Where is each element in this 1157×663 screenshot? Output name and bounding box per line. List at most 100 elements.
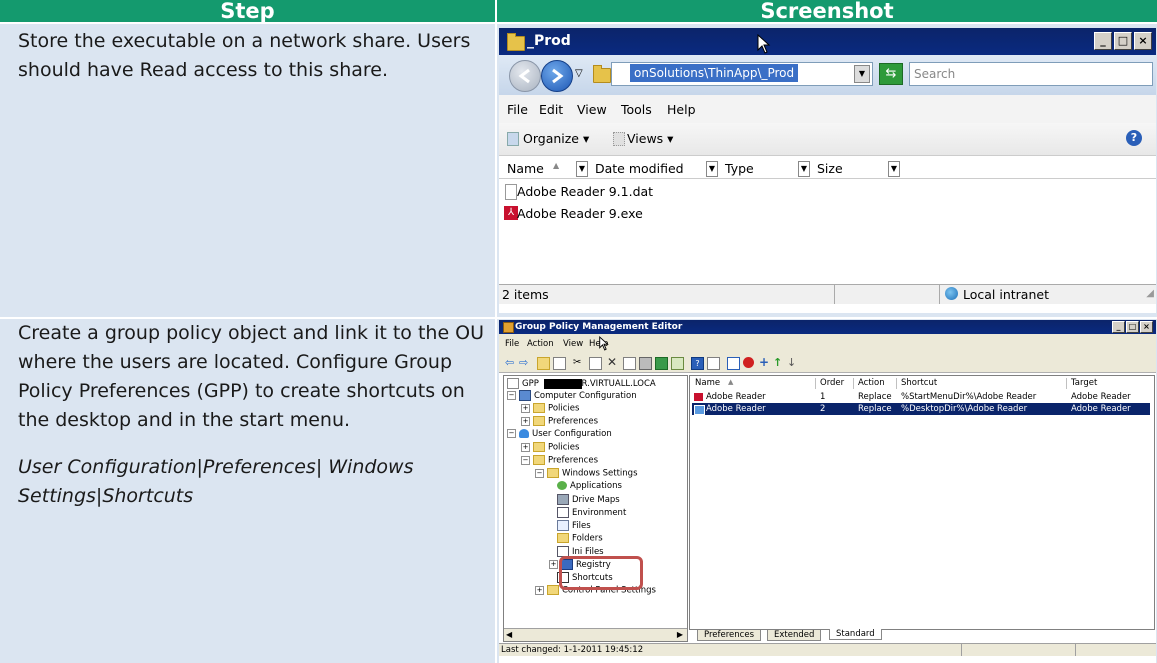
forward-arrow-icon bbox=[552, 68, 564, 84]
header-screenshot: Screenshot bbox=[497, 0, 1157, 23]
refresh-icon[interactable] bbox=[655, 357, 668, 370]
tree-uc-preferences[interactable]: − Preferences bbox=[521, 455, 598, 466]
show-tree-icon[interactable] bbox=[553, 357, 566, 370]
resize-grip-icon[interactable]: ◢ bbox=[1146, 288, 1154, 299]
gpme-close-button[interactable]: × bbox=[1140, 321, 1153, 333]
tree-folders[interactable]: Folders bbox=[557, 533, 603, 544]
delete-icon[interactable]: ✕ bbox=[607, 356, 618, 368]
tree-uc-policies[interactable]: + Policies bbox=[521, 442, 579, 453]
search-input[interactable]: Search bbox=[909, 62, 1153, 86]
help-icon[interactable]: ? bbox=[691, 357, 704, 370]
move-down-icon[interactable]: ↓ bbox=[787, 357, 798, 368]
folder-icon bbox=[533, 403, 545, 413]
tree-user-config[interactable]: − User Configuration bbox=[507, 429, 612, 439]
expand-icon[interactable]: + bbox=[535, 585, 544, 595]
refresh-button[interactable]: ⇆ bbox=[879, 63, 903, 85]
menu-help[interactable]: Help bbox=[667, 102, 696, 117]
column-name[interactable]: Name bbox=[502, 159, 544, 178]
maximize-button[interactable]: □ bbox=[1114, 32, 1132, 50]
cut-icon[interactable]: ✂ bbox=[573, 357, 584, 368]
tree-environment[interactable]: Environment bbox=[557, 507, 626, 518]
file-item[interactable]: Adobe Reader 9.exe bbox=[517, 206, 643, 221]
tab-extended[interactable]: Extended bbox=[767, 630, 822, 641]
stop-icon[interactable] bbox=[743, 357, 754, 368]
new-item-icon[interactable] bbox=[727, 357, 740, 370]
move-up-icon[interactable]: ↑ bbox=[773, 357, 784, 368]
folder-icon bbox=[557, 533, 569, 543]
organize-button[interactable]: Organize ▾ bbox=[523, 131, 589, 146]
expand-icon[interactable]: + bbox=[521, 403, 530, 413]
copy-icon[interactable] bbox=[589, 357, 602, 370]
menu-file[interactable]: File bbox=[507, 102, 528, 117]
print-icon[interactable] bbox=[639, 357, 652, 370]
close-button[interactable]: × bbox=[1134, 32, 1152, 50]
tree-drive-maps[interactable]: Drive Maps bbox=[557, 494, 620, 505]
item-count: 2 items bbox=[502, 287, 549, 302]
menu-view[interactable]: View bbox=[577, 102, 607, 117]
menu-edit[interactable]: Edit bbox=[539, 102, 563, 117]
col-action[interactable]: Action bbox=[855, 378, 897, 389]
properties-icon[interactable] bbox=[623, 357, 636, 370]
tab-preferences[interactable]: Preferences bbox=[697, 630, 761, 641]
col-target[interactable]: Target bbox=[1068, 378, 1151, 389]
tree-windows-settings[interactable]: − Windows Settings bbox=[535, 468, 638, 479]
expand-icon[interactable]: + bbox=[521, 416, 530, 426]
gpme-minimize-button[interactable]: _ bbox=[1112, 321, 1125, 333]
expand-icon[interactable]: + bbox=[549, 560, 558, 569]
minimize-button[interactable]: _ bbox=[1094, 32, 1112, 50]
col-name[interactable]: Name bbox=[692, 378, 816, 389]
col-order[interactable]: Order bbox=[817, 378, 854, 389]
forward-button[interactable] bbox=[541, 60, 573, 92]
column-filter-size[interactable]: ▼ bbox=[888, 161, 900, 177]
list-row[interactable]: Adobe Reader 1 Replace %StartMenuDir%\Ad… bbox=[692, 391, 1150, 414]
scroll-left-icon[interactable]: ◀ bbox=[506, 630, 512, 639]
back-button[interactable] bbox=[509, 60, 541, 92]
column-filter-type[interactable]: ▼ bbox=[798, 161, 810, 177]
col-shortcut[interactable]: Shortcut bbox=[898, 378, 1067, 389]
gpme-maximize-button[interactable]: □ bbox=[1126, 321, 1139, 333]
tree-label: Drive Maps bbox=[572, 495, 620, 505]
address-dropdown-icon[interactable]: ▼ bbox=[854, 65, 870, 83]
tree-cc-preferences[interactable]: + Preferences bbox=[521, 416, 598, 427]
tree-hscrollbar[interactable]: ◀ ▶ bbox=[504, 628, 687, 641]
collapse-icon[interactable]: − bbox=[507, 429, 516, 438]
gpme-menu-file[interactable]: File bbox=[505, 339, 519, 349]
tree-computer-config[interactable]: − Computer Configuration bbox=[507, 390, 637, 401]
explorer-title-bar[interactable]: _Prod _ □ × bbox=[499, 28, 1156, 55]
up-folder-icon[interactable] bbox=[537, 357, 550, 370]
tree-cc-policies[interactable]: + Policies bbox=[521, 403, 579, 414]
column-type[interactable]: Type bbox=[720, 159, 754, 178]
column-filter-name[interactable]: ▼ bbox=[576, 161, 588, 177]
forward-icon[interactable]: ⇨ bbox=[519, 357, 530, 368]
view-icon[interactable] bbox=[707, 357, 720, 370]
explorer-window: _Prod _ □ × ▽ onSolutions\ThinApp\_Prod … bbox=[499, 28, 1156, 313]
tab-standard[interactable]: Standard bbox=[829, 629, 882, 640]
menu-tools[interactable]: Tools bbox=[621, 102, 652, 117]
views-button[interactable]: Views ▾ bbox=[627, 131, 673, 146]
column-size[interactable]: Size bbox=[812, 159, 843, 178]
list-row-selected[interactable]: Adobe Reader 2 Replace %DesktopDir%\Adob… bbox=[692, 403, 1150, 426]
help-icon[interactable]: ? bbox=[1126, 130, 1142, 146]
column-date-modified[interactable]: Date modified bbox=[590, 159, 684, 178]
tree-applications[interactable]: Applications bbox=[557, 481, 622, 491]
gpme-menu-view[interactable]: View bbox=[563, 339, 583, 349]
tree-files[interactable]: Files bbox=[557, 520, 591, 531]
gpme-menu-action[interactable]: Action bbox=[527, 339, 554, 349]
back-icon[interactable]: ⇦ bbox=[505, 357, 516, 368]
column-filter-date[interactable]: ▼ bbox=[706, 161, 718, 177]
address-bar[interactable]: onSolutions\ThinApp\_Prod ▼ bbox=[611, 62, 873, 86]
file-item[interactable]: Adobe Reader 9.1.dat bbox=[517, 184, 653, 199]
collapse-icon[interactable]: − bbox=[535, 468, 544, 478]
history-dropdown-icon[interactable]: ▽ bbox=[575, 68, 583, 79]
explorer-title: _Prod bbox=[527, 33, 571, 49]
gpme-title-bar[interactable]: Group Policy Management Editor _ □ × bbox=[499, 320, 1156, 334]
collapse-icon[interactable]: − bbox=[521, 455, 530, 465]
export-icon[interactable] bbox=[671, 357, 684, 370]
scroll-right-icon[interactable]: ▶ bbox=[677, 630, 683, 639]
pdf-file-icon: ⅄ bbox=[504, 206, 518, 220]
address-path: onSolutions\ThinApp\_Prod bbox=[630, 64, 799, 82]
tree-root[interactable]: GPP R.VIRTUALL.LOCA bbox=[507, 378, 656, 389]
expand-icon[interactable]: + bbox=[521, 442, 530, 452]
add-icon[interactable]: + bbox=[759, 356, 770, 368]
collapse-icon[interactable]: − bbox=[507, 391, 516, 400]
